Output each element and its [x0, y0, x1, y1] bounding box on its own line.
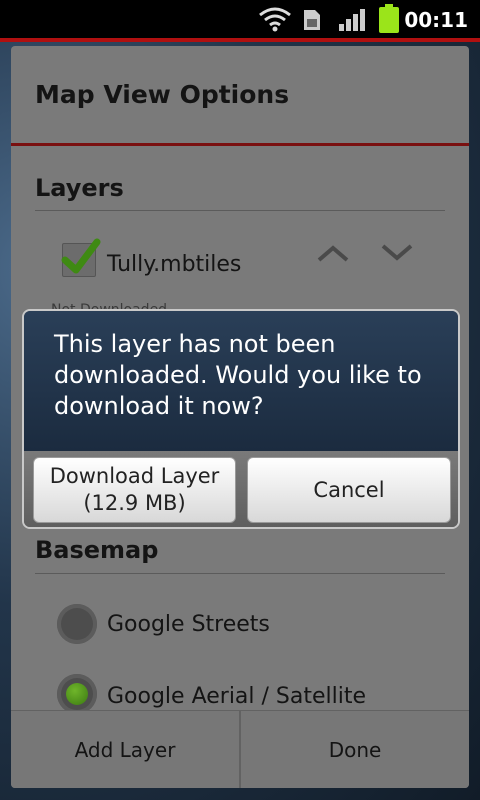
wifi-icon: [259, 7, 291, 32]
layer-name: Tully.mbtiles: [107, 252, 242, 277]
cancel-button[interactable]: Cancel: [247, 457, 451, 523]
status-bar: 00:11: [0, 0, 480, 38]
download-size-label: (12.9 MB): [83, 491, 186, 515]
layers-header: Layers: [35, 174, 124, 202]
add-layer-button[interactable]: Add Layer: [11, 711, 239, 788]
battery-icon: [379, 4, 399, 33]
sim-card-icon: [304, 10, 320, 30]
download-dialog: This layer has not been downloaded. Woul…: [22, 309, 460, 529]
clock: 00:11: [404, 8, 468, 32]
download-button-label: Download Layer: [49, 464, 220, 488]
basemap-label-streets: Google Streets: [107, 612, 270, 637]
dialog-message-area: This layer has not been downloaded. Woul…: [24, 311, 458, 451]
move-up-icon[interactable]: [313, 238, 353, 268]
dialog-message: This layer has not been downloaded. Woul…: [54, 330, 422, 420]
basemap-header: Basemap: [35, 536, 159, 564]
done-button[interactable]: Done: [241, 711, 469, 788]
basemap-label-aerial: Google Aerial / Satellite: [107, 684, 367, 709]
radio-google-streets[interactable]: [57, 604, 97, 644]
title-divider: [11, 143, 469, 146]
radio-google-aerial[interactable]: [57, 674, 97, 714]
layer-checkbox[interactable]: [61, 238, 101, 277]
basemap-divider: [35, 573, 445, 574]
layers-divider: [35, 210, 445, 211]
checkmark-icon: [61, 238, 101, 274]
dialog-button-area: Download Layer (12.9 MB) Cancel: [24, 451, 458, 527]
move-down-icon[interactable]: [377, 238, 417, 268]
download-layer-button[interactable]: Download Layer (12.9 MB): [33, 457, 236, 523]
signal-strength-icon: [339, 9, 365, 31]
bottom-button-bar: Add Layer Done: [11, 710, 469, 788]
sheet-title: Map View Options: [35, 80, 290, 109]
